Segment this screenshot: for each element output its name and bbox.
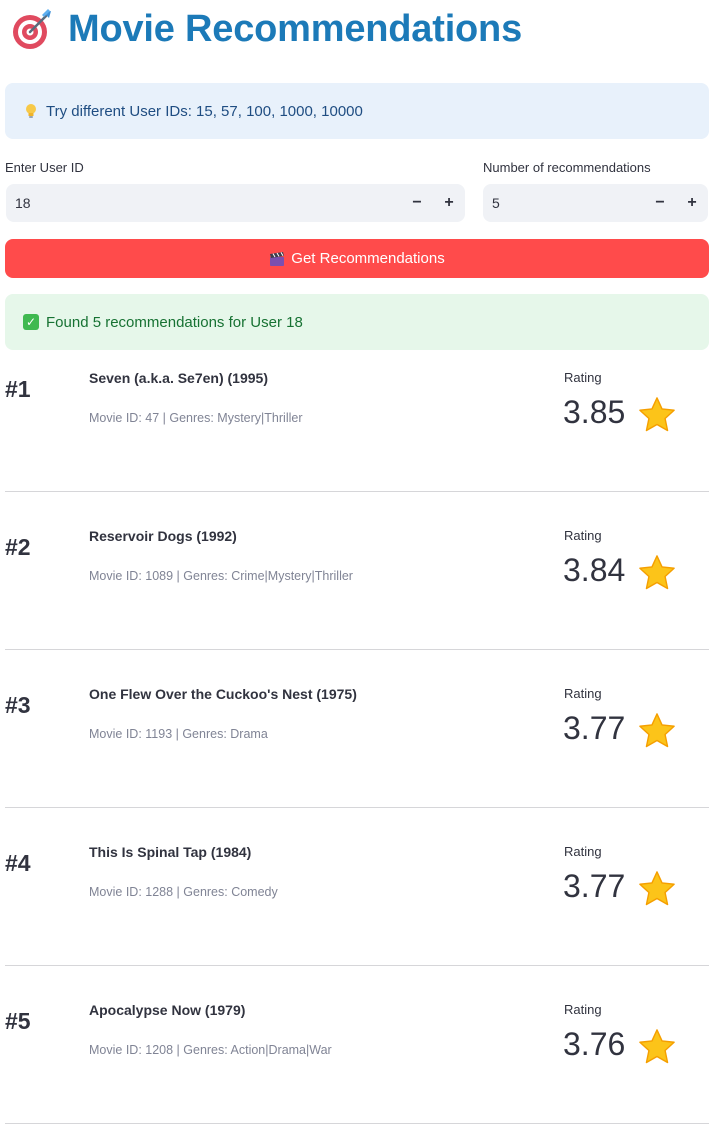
- rating-value: 3.85: [563, 394, 626, 430]
- user-id-value[interactable]: 18: [6, 195, 401, 211]
- success-text: Found 5 recommendations for User 18: [46, 313, 303, 331]
- page-header: Movie Recommendations: [10, 5, 522, 53]
- star-icon: [639, 1029, 675, 1064]
- target-dart-icon: [13, 9, 51, 49]
- star-icon: [639, 397, 675, 432]
- row-divider: [5, 491, 709, 492]
- rank-label: #1: [5, 376, 31, 402]
- info-alert: Try different User IDs: 15, 57, 100, 100…: [5, 83, 709, 139]
- num-recs-increment-button[interactable]: +: [676, 184, 708, 222]
- rank-label: #4: [5, 850, 31, 876]
- rating-label: Rating: [564, 370, 602, 385]
- get-recommendations-label: Get Recommendations: [291, 250, 445, 267]
- row-divider: [5, 1123, 709, 1124]
- movie-meta: Movie ID: 1193 | Genres: Drama: [89, 727, 268, 741]
- movie-title: One Flew Over the Cuckoo's Nest (1975): [89, 686, 357, 702]
- star-icon: [639, 713, 675, 748]
- row-divider: [5, 649, 709, 650]
- recommendation-row: #1 Seven (a.k.a. Se7en) (1995) Movie ID:…: [5, 350, 709, 492]
- app-page: Movie Recommendations Try different User…: [0, 0, 719, 1134]
- recommendation-row: #3 One Flew Over the Cuckoo's Nest (1975…: [5, 666, 709, 808]
- num-recs-label: Number of recommendations: [483, 160, 651, 175]
- rating-value: 3.84: [563, 552, 626, 588]
- movie-title: This Is Spinal Tap (1984): [89, 844, 252, 860]
- movie-title: Apocalypse Now (1979): [89, 1002, 246, 1018]
- lightbulb-icon: [26, 104, 36, 118]
- star-icon: [639, 555, 675, 590]
- row-divider: [5, 965, 709, 966]
- rating-label: Rating: [564, 528, 602, 543]
- rating-label: Rating: [564, 1002, 602, 1017]
- success-alert: ✓ Found 5 recommendations for User 18: [5, 294, 709, 350]
- user-id-input[interactable]: 18 − +: [6, 184, 465, 222]
- rating-label: Rating: [564, 686, 602, 701]
- rank-label: #5: [5, 1008, 31, 1034]
- movie-meta: Movie ID: 1288 | Genres: Comedy: [89, 885, 278, 899]
- movie-meta: Movie ID: 1089 | Genres: Crime|Mystery|T…: [89, 569, 353, 583]
- row-divider: [5, 807, 709, 808]
- user-id-label: Enter User ID: [5, 160, 84, 175]
- rank-label: #2: [5, 534, 31, 560]
- recommendation-row: #2 Reservoir Dogs (1992) Movie ID: 1089 …: [5, 508, 709, 650]
- rating-label: Rating: [564, 844, 602, 859]
- movie-meta: Movie ID: 1208 | Genres: Action|Drama|Wa…: [89, 1043, 332, 1057]
- user-id-increment-button[interactable]: +: [433, 184, 465, 222]
- rating-value: 3.77: [563, 710, 626, 746]
- movie-meta: Movie ID: 47 | Genres: Mystery|Thriller: [89, 411, 303, 425]
- rank-label: #3: [5, 692, 31, 718]
- recommendation-row: #4 This Is Spinal Tap (1984) Movie ID: 1…: [5, 824, 709, 966]
- rating-value: 3.77: [563, 868, 626, 904]
- rating-value: 3.76: [563, 1026, 626, 1062]
- star-icon: [639, 871, 675, 906]
- num-recs-decrement-button[interactable]: −: [644, 184, 676, 222]
- num-recs-value[interactable]: 5: [483, 195, 644, 211]
- clapperboard-icon: [270, 251, 285, 266]
- info-text: Try different User IDs: 15, 57, 100, 100…: [46, 102, 363, 120]
- movie-title: Seven (a.k.a. Se7en) (1995): [89, 370, 268, 386]
- movie-title: Reservoir Dogs (1992): [89, 528, 237, 544]
- recommendation-row: #5 Apocalypse Now (1979) Movie ID: 1208 …: [5, 982, 709, 1124]
- num-recs-input[interactable]: 5 − +: [483, 184, 708, 222]
- page-title: Movie Recommendations: [68, 7, 523, 50]
- get-recommendations-button[interactable]: Get Recommendations: [5, 239, 709, 278]
- user-id-decrement-button[interactable]: −: [401, 184, 433, 222]
- check-icon: ✓: [23, 314, 39, 330]
